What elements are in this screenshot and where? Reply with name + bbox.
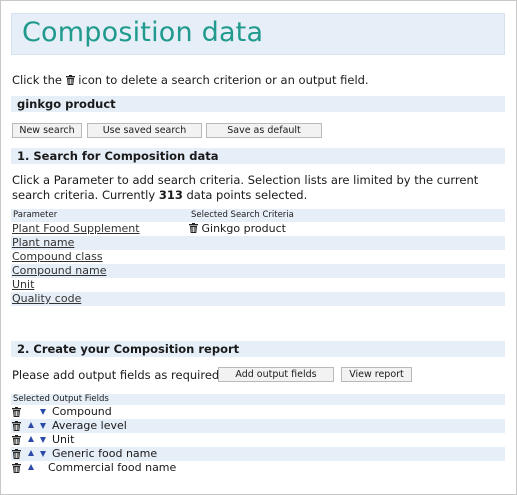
- title-bar: Composition data: [11, 13, 505, 55]
- instruction-before: Click the: [12, 73, 62, 87]
- section1-text-after: data points selected.: [186, 188, 308, 202]
- trash-icon[interactable]: [189, 223, 198, 233]
- section2-heading: 2. Create your Composition report: [11, 341, 505, 357]
- save-as-default-button[interactable]: Save as default: [206, 123, 322, 138]
- datapoint-count: 313: [158, 188, 183, 202]
- output-field-label: Compound: [52, 405, 112, 418]
- section1-heading: 1. Search for Composition data: [11, 148, 505, 164]
- criteria-row: Unit: [11, 278, 505, 292]
- search-name-band: ginkgo product: [11, 96, 505, 112]
- view-report-button[interactable]: View report: [341, 367, 412, 382]
- trash-icon[interactable]: [12, 449, 21, 459]
- section1-description: Click a Parameter to add search criteria…: [12, 173, 482, 203]
- criteria-table: Parameter Selected Search Criteria Plant…: [11, 209, 505, 306]
- criteria-row: Compound name: [11, 264, 505, 278]
- composition-panel: Composition data Click the icon to delet…: [0, 0, 517, 495]
- trash-icon[interactable]: [12, 407, 21, 417]
- output-field-row: Compound: [11, 405, 505, 419]
- arrow-up-icon[interactable]: [28, 464, 34, 470]
- criteria-row: Compound class: [11, 250, 505, 264]
- arrow-down-icon[interactable]: [40, 451, 46, 457]
- trash-icon: [65, 75, 75, 85]
- trash-icon[interactable]: [12, 463, 21, 473]
- output-field-row: Commercial food name: [11, 461, 505, 475]
- page-title: Composition data: [22, 17, 264, 48]
- criteria-row: Plant name: [11, 236, 505, 250]
- add-output-fields-button[interactable]: Add output fields: [218, 367, 334, 382]
- parameter-link-plant-name[interactable]: Plant name: [12, 236, 74, 250]
- output-field-row: Generic food name: [11, 447, 505, 461]
- arrow-down-icon[interactable]: [40, 423, 46, 429]
- header-selected-criteria: Selected Search Criteria: [191, 210, 294, 220]
- parameter-link-plant-food-supplement[interactable]: Plant Food Supplement: [12, 222, 140, 236]
- criteria-row: Plant Food Supplement Ginkgo product: [11, 222, 505, 236]
- output-field-label: Average level: [52, 419, 127, 432]
- arrow-down-icon[interactable]: [40, 409, 46, 415]
- trash-icon[interactable]: [12, 421, 21, 431]
- header-parameter: Parameter: [13, 210, 58, 220]
- criteria-row: Quality code: [11, 292, 505, 306]
- delete-instruction: Click the icon to delete a search criter…: [12, 73, 369, 87]
- arrow-up-icon[interactable]: [28, 436, 34, 442]
- output-fields-header: Selected Output Fields: [11, 394, 505, 405]
- output-field-label: Unit: [52, 433, 75, 446]
- parameter-link-compound-class[interactable]: Compound class: [12, 250, 103, 264]
- arrow-down-icon[interactable]: [40, 437, 46, 443]
- output-field-label: Commercial food name: [48, 461, 177, 474]
- criterion-value: Ginkgo product: [201, 222, 286, 235]
- section2-heading-text: 2. Create your Composition report: [17, 342, 240, 356]
- instruction-after: icon to delete a search criterion or an …: [78, 73, 369, 87]
- output-field-row: Unit: [11, 433, 505, 447]
- new-search-button[interactable]: New search: [12, 123, 82, 138]
- use-saved-search-button[interactable]: Use saved search: [87, 123, 202, 138]
- arrow-up-icon[interactable]: [28, 422, 34, 428]
- section1-heading-text: 1. Search for Composition data: [17, 149, 219, 163]
- output-fields-list: Selected Output Fields Compound Average …: [11, 394, 505, 475]
- parameter-link-unit[interactable]: Unit: [12, 278, 34, 292]
- parameter-link-compound-name[interactable]: Compound name: [12, 264, 106, 278]
- search-name: ginkgo product: [17, 97, 116, 111]
- criteria-table-header: Parameter Selected Search Criteria: [11, 209, 505, 222]
- trash-icon[interactable]: [12, 435, 21, 445]
- parameter-link-quality-code[interactable]: Quality code: [12, 292, 81, 306]
- selected-criterion: Ginkgo product: [189, 222, 286, 236]
- arrow-up-icon[interactable]: [28, 450, 34, 456]
- output-field-row: Average level: [11, 419, 505, 433]
- output-instruction: Please add output fields as required:: [12, 368, 224, 382]
- output-field-label: Generic food name: [52, 447, 158, 460]
